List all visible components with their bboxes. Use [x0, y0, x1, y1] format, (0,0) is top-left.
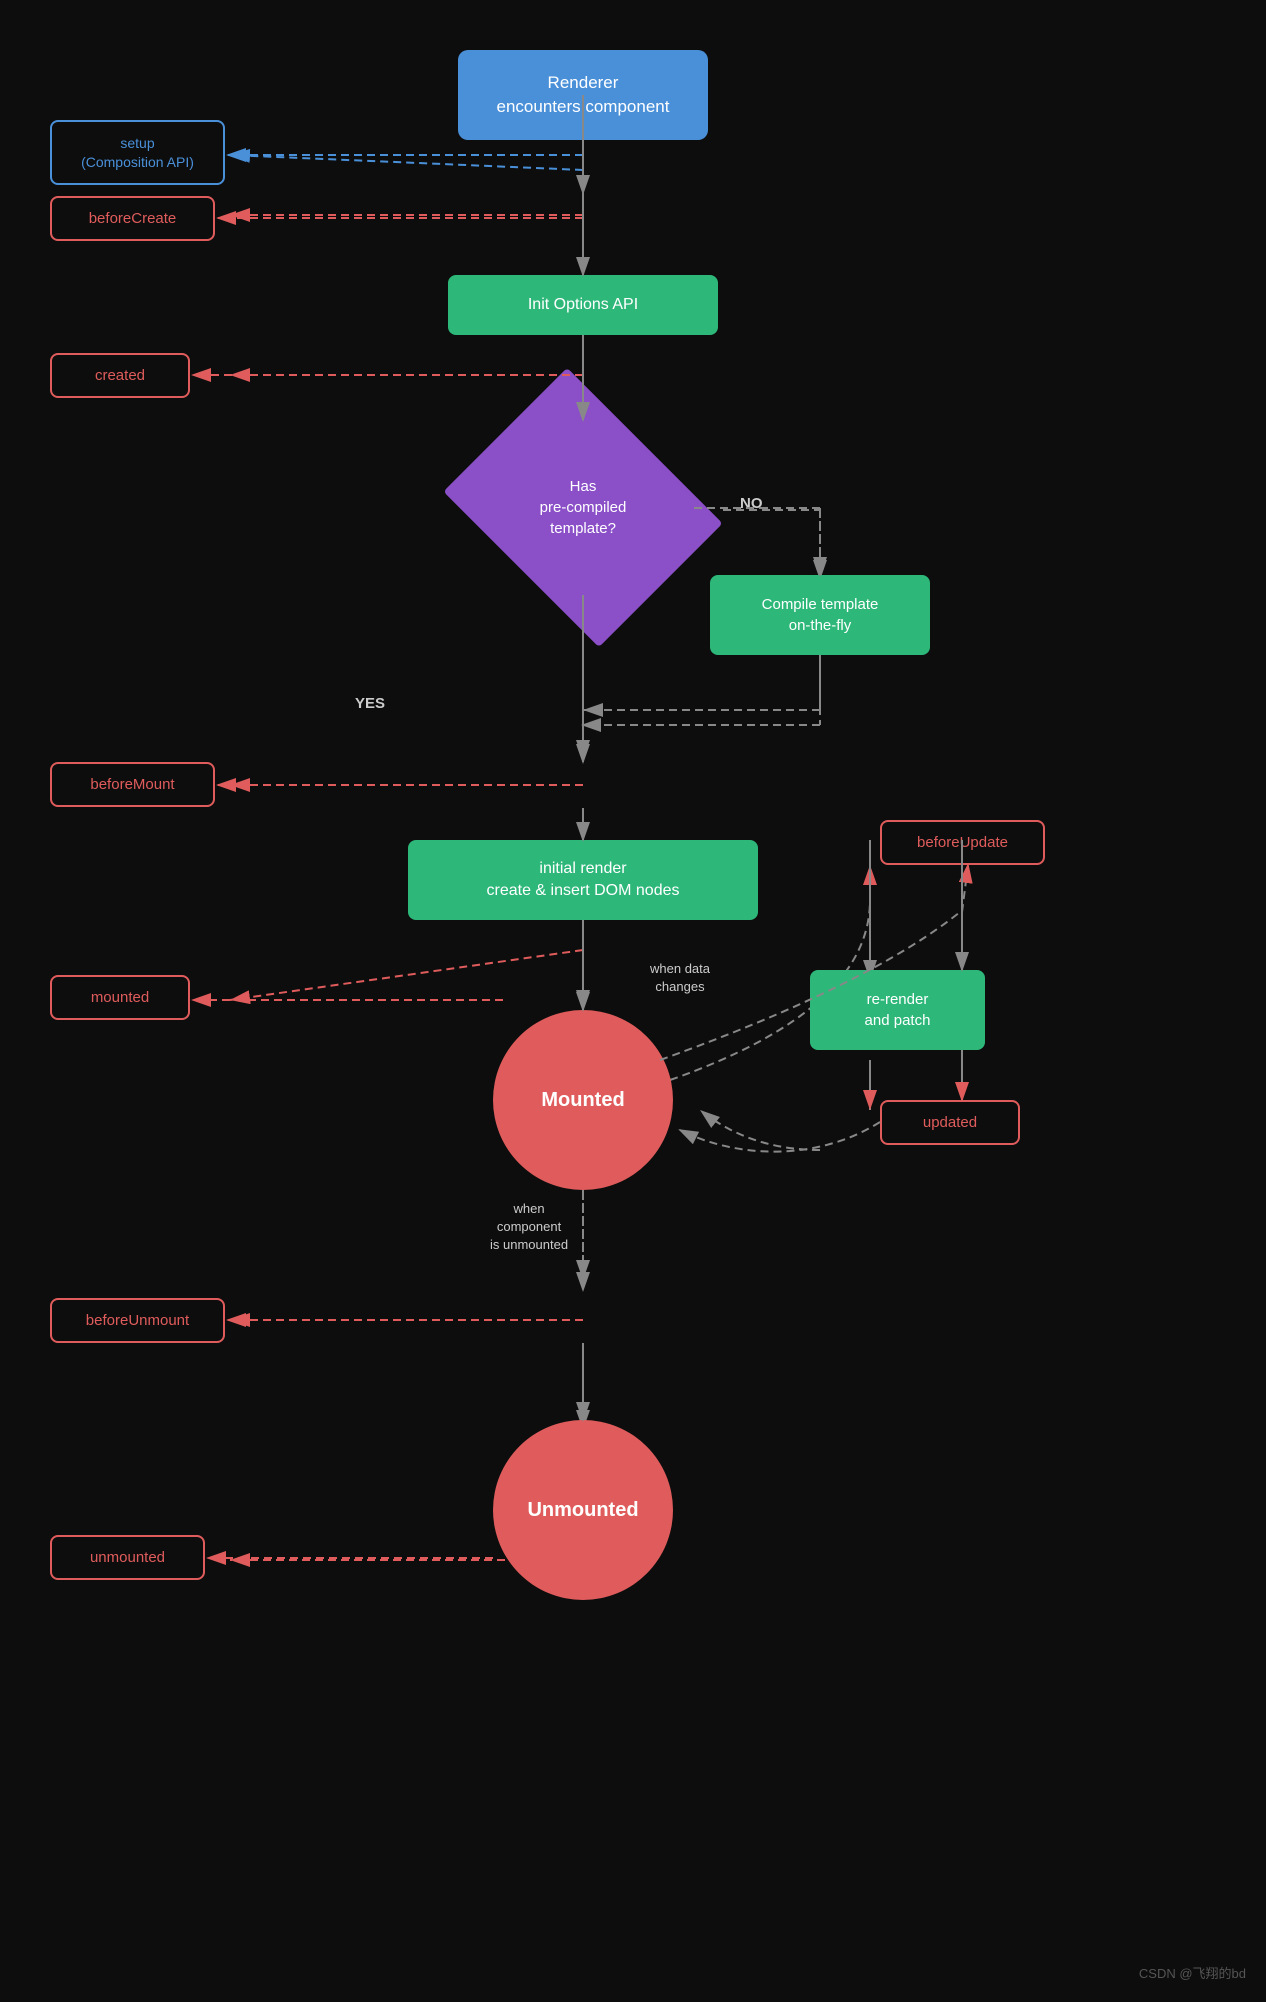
before-mount-label: beforeMount [90, 774, 174, 795]
before-mount-node: beforeMount [50, 762, 215, 807]
when-data-changes-label: when datachanges [650, 960, 710, 996]
before-create-node: beforeCreate [50, 196, 215, 241]
unmounted-circle-label: Unmounted [527, 1496, 638, 1524]
mounted-circle: Mounted [493, 1010, 673, 1190]
setup-label: setup(Composition API) [81, 134, 194, 170]
compile-template-node: Compile templateon-the-fly [710, 575, 930, 655]
before-update-node: beforeUpdate [880, 820, 1045, 865]
mounted-hook-node: mounted [50, 975, 190, 1020]
diagram-container: Rendererencounters component setup(Compo… [0, 0, 1266, 2002]
unmounted-circle: Unmounted [493, 1420, 673, 1600]
initial-render-label: initial rendercreate & insert DOM nodes [487, 858, 680, 903]
mounted-circle-label: Mounted [541, 1086, 624, 1114]
has-template-diamond: Haspre-compiledtemplate? [443, 368, 722, 647]
no-label: NO [740, 495, 763, 512]
before-update-label: beforeUpdate [917, 832, 1008, 853]
before-create-label: beforeCreate [89, 208, 177, 229]
renderer-node: Rendererencounters component [458, 50, 708, 140]
when-unmounted-label: whencomponentis unmounted [490, 1200, 568, 1255]
created-label: created [95, 365, 145, 386]
init-options-node: Init Options API [448, 275, 718, 335]
mounted-hook-label: mounted [91, 987, 149, 1008]
rerender-label: re-renderand patch [865, 989, 931, 1031]
rerender-node: re-renderand patch [810, 970, 985, 1050]
compile-template-label: Compile templateon-the-fly [762, 594, 879, 636]
unmounted-hook-node: unmounted [50, 1535, 205, 1580]
setup-node: setup(Composition API) [50, 120, 225, 185]
watermark: CSDN @飞翔的bd [1139, 1963, 1246, 1982]
yes-label: YES [355, 695, 385, 712]
initial-render-node: initial rendercreate & insert DOM nodes [408, 840, 758, 920]
init-options-label: Init Options API [528, 294, 638, 316]
unmounted-hook-label: unmounted [90, 1547, 165, 1568]
before-unmount-label: beforeUnmount [86, 1310, 189, 1331]
created-node: created [50, 353, 190, 398]
has-template-label: Haspre-compiledtemplate? [540, 476, 627, 539]
updated-node: updated [880, 1100, 1020, 1145]
before-unmount-node: beforeUnmount [50, 1298, 225, 1343]
updated-label: updated [923, 1112, 977, 1133]
